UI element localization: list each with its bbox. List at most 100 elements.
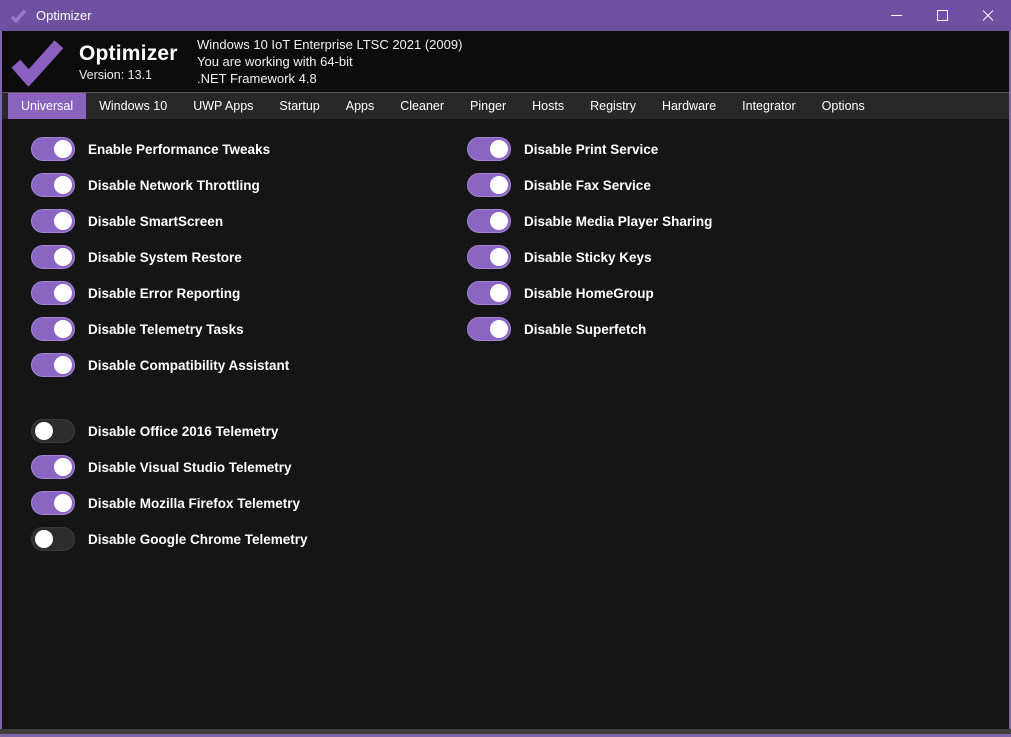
- toggle-label: Disable Fax Service: [524, 178, 651, 193]
- tab-windows-10[interactable]: Windows 10: [86, 93, 180, 119]
- tab-integrator[interactable]: Integrator: [729, 93, 809, 119]
- toggle-label: Disable System Restore: [88, 250, 242, 265]
- bottom-strip: [0, 729, 1011, 734]
- tab-apps[interactable]: Apps: [333, 93, 388, 119]
- toggle-label: Disable HomeGroup: [524, 286, 654, 301]
- minimize-icon: [891, 15, 902, 16]
- toggle-knob: [54, 320, 72, 338]
- toggle-row: Disable Visual Studio Telemetry: [31, 455, 467, 479]
- toggle-disable-homegroup[interactable]: [467, 281, 511, 305]
- close-button[interactable]: [965, 0, 1011, 31]
- toggle-row: Disable Network Throttling: [31, 173, 467, 197]
- toggle-knob: [490, 212, 508, 230]
- tab-universal[interactable]: Universal: [8, 93, 86, 119]
- toggle-row: Disable HomeGroup: [467, 281, 712, 305]
- toggle-knob: [35, 530, 53, 548]
- toggle-label: Disable Error Reporting: [88, 286, 240, 301]
- tab-uwp-apps[interactable]: UWP Apps: [180, 93, 266, 119]
- toggle-row: Disable Fax Service: [467, 173, 712, 197]
- toggle-label: Disable Sticky Keys: [524, 250, 652, 265]
- toggle-row: Disable SmartScreen: [31, 209, 467, 233]
- tab-startup[interactable]: Startup: [266, 93, 332, 119]
- maximize-icon: [937, 10, 948, 21]
- toggle-disable-system-restore[interactable]: [31, 245, 75, 269]
- toggle-label: Disable Telemetry Tasks: [88, 322, 244, 337]
- toggle-knob: [54, 356, 72, 374]
- tab-hardware[interactable]: Hardware: [649, 93, 729, 119]
- toggle-knob: [490, 284, 508, 302]
- toggle-disable-visual-studio-telemetry[interactable]: [31, 455, 75, 479]
- toggle-column-left: Enable Performance Tweaks Disable Networ…: [31, 137, 467, 729]
- tab-cleaner[interactable]: Cleaner: [387, 93, 457, 119]
- toggle-disable-sticky-keys[interactable]: [467, 245, 511, 269]
- app-header: Optimizer Version: 13.1 Windows 10 IoT E…: [2, 31, 1009, 92]
- toggle-knob: [54, 140, 72, 158]
- toggle-knob: [490, 320, 508, 338]
- tab-registry[interactable]: Registry: [577, 93, 649, 119]
- toggle-label: Enable Performance Tweaks: [88, 142, 270, 157]
- toggle-label: Disable Compatibility Assistant: [88, 358, 289, 373]
- toggle-label: Disable Media Player Sharing: [524, 214, 712, 229]
- toggle-label: Disable Print Service: [524, 142, 658, 157]
- toggle-knob: [490, 176, 508, 194]
- toggle-label: Disable Superfetch: [524, 322, 646, 337]
- toggle-disable-superfetch[interactable]: [467, 317, 511, 341]
- toggle-disable-google-chrome-telemetry[interactable]: [31, 527, 75, 551]
- toggle-label: Disable SmartScreen: [88, 214, 223, 229]
- os-info: Windows 10 IoT Enterprise LTSC 2021 (200…: [197, 36, 462, 53]
- toggle-knob: [54, 284, 72, 302]
- toggle-knob: [35, 422, 53, 440]
- toggle-row: Disable Compatibility Assistant: [31, 353, 467, 377]
- toggle-knob: [490, 140, 508, 158]
- maximize-button[interactable]: [919, 0, 965, 31]
- tab-strip: UniversalWindows 10UWP AppsStartupAppsCl…: [2, 93, 1009, 119]
- app-version: Version: 13.1: [79, 68, 183, 82]
- dotnet-info: .NET Framework 4.8: [197, 70, 462, 87]
- toggle-label: Disable Google Chrome Telemetry: [88, 532, 308, 547]
- toggle-row: Disable Office 2016 Telemetry: [31, 419, 467, 443]
- toggle-knob: [54, 176, 72, 194]
- toggle-column-right: Disable Print Service Disable Fax Servic…: [467, 137, 712, 729]
- architecture-info: You are working with 64-bit: [197, 53, 462, 70]
- tab-options[interactable]: Options: [809, 93, 878, 119]
- close-icon: [982, 10, 994, 22]
- toggle-knob: [54, 248, 72, 266]
- tab-pinger[interactable]: Pinger: [457, 93, 519, 119]
- titlebar: Optimizer: [0, 0, 1011, 31]
- toggle-label: Disable Office 2016 Telemetry: [88, 424, 278, 439]
- toggle-row: Disable Print Service: [467, 137, 712, 161]
- toggle-row: Disable Mozilla Firefox Telemetry: [31, 491, 467, 515]
- toggle-disable-mozilla-firefox-telemetry[interactable]: [31, 491, 75, 515]
- toggle-row: Disable Media Player Sharing: [467, 209, 712, 233]
- toggle-disable-network-throttling[interactable]: [31, 173, 75, 197]
- toggle-disable-fax-service[interactable]: [467, 173, 511, 197]
- toggle-knob: [54, 494, 72, 512]
- system-info: Windows 10 IoT Enterprise LTSC 2021 (200…: [197, 36, 462, 87]
- toggle-row: Disable Telemetry Tasks: [31, 317, 467, 341]
- app-logo-check-icon: [10, 38, 64, 86]
- app-window: Optimizer Optimizer Version: 13.1 Window…: [0, 0, 1011, 737]
- toggle-row: Disable Superfetch: [467, 317, 712, 341]
- universal-tab-panel: Enable Performance Tweaks Disable Networ…: [2, 119, 1009, 729]
- toggle-disable-media-player-sharing[interactable]: [467, 209, 511, 233]
- toggle-label: Disable Visual Studio Telemetry: [88, 460, 292, 475]
- toggle-knob: [490, 248, 508, 266]
- toggle-row: Disable Google Chrome Telemetry: [31, 527, 467, 551]
- toggle-disable-telemetry-tasks[interactable]: [31, 317, 75, 341]
- check-icon: [10, 9, 27, 23]
- tab-hosts[interactable]: Hosts: [519, 93, 577, 119]
- app-name-block: Optimizer Version: 13.1: [79, 42, 183, 82]
- toggle-enable-performance-tweaks[interactable]: [31, 137, 75, 161]
- toggle-label: Disable Network Throttling: [88, 178, 260, 193]
- toggle-disable-smartscreen[interactable]: [31, 209, 75, 233]
- toggle-row: Disable System Restore: [31, 245, 467, 269]
- toggle-disable-print-service[interactable]: [467, 137, 511, 161]
- toggle-disable-error-reporting[interactable]: [31, 281, 75, 305]
- toggle-knob: [54, 458, 72, 476]
- toggle-label: Disable Mozilla Firefox Telemetry: [88, 496, 300, 511]
- toggle-row: Enable Performance Tweaks: [31, 137, 467, 161]
- minimize-button[interactable]: [873, 0, 919, 31]
- toggle-disable-compatibility-assistant[interactable]: [31, 353, 75, 377]
- toggle-row: Disable Error Reporting: [31, 281, 467, 305]
- toggle-disable-office-2016-telemetry[interactable]: [31, 419, 75, 443]
